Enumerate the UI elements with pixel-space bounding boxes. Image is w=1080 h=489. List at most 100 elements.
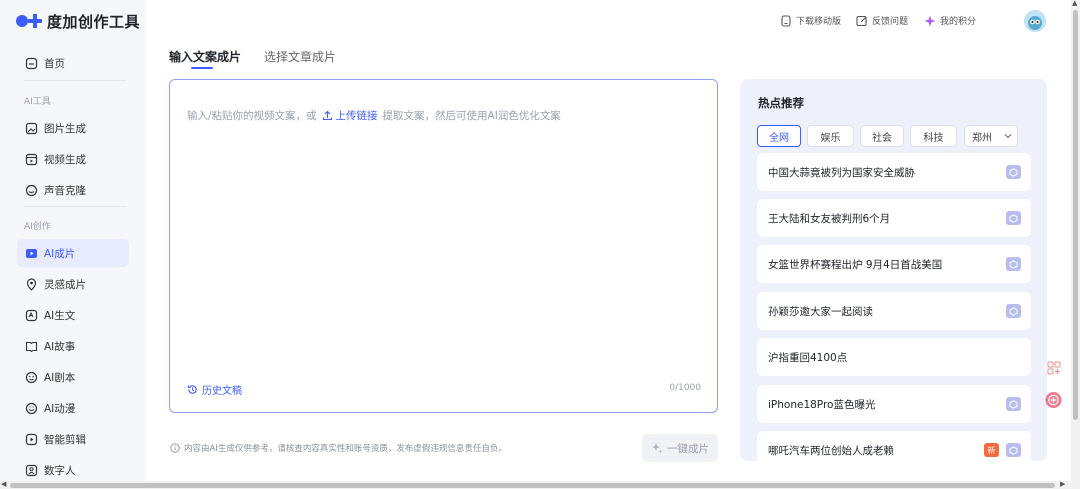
video-icon <box>24 152 38 166</box>
cube-icon[interactable] <box>1006 211 1021 225</box>
history-icon <box>187 385 197 394</box>
chip-all[interactable]: 全网 <box>757 125 801 147</box>
feedback-icon <box>856 15 868 27</box>
edit-icon <box>24 432 38 446</box>
chip-entertainment[interactable]: 娱乐 <box>807 125 854 147</box>
hot-topic-text: 哪吒汽车两位创始人成老赖 <box>768 444 894 457</box>
ai-disclaimer: 内容由AI生成仅供参考，请核查内容真实性和账号资质，发布虚假违规信息责任自负。 <box>170 442 507 454</box>
scroll-up-icon[interactable]: ▲ <box>1072 0 1077 7</box>
hot-topic-item[interactable]: 孙颖莎邀大家一起阅读 <box>757 292 1031 330</box>
one-click-generate-button[interactable]: 一键成片 <box>642 434 718 462</box>
sidebar-item-label: 视频生成 <box>44 153 86 166</box>
points-link[interactable]: 我的积分 <box>924 14 976 27</box>
hot-topic-item[interactable]: 王大陆和女友被判刑6个月 <box>757 199 1031 237</box>
cube-icon[interactable] <box>1006 443 1021 457</box>
sidebar-item-label: 数字人 <box>44 464 76 477</box>
sidebar-item-image-gen[interactable]: 图片生成 <box>17 114 129 142</box>
divider <box>24 206 126 207</box>
scrollbar-thumb[interactable] <box>1073 10 1078 420</box>
copy-input-area[interactable]: 输入/粘贴你的视频文案，或 上传链接 提取文案，然后可使用AI润色优化文案 历史… <box>169 79 718 413</box>
sidebar-item-label: AI故事 <box>44 340 76 353</box>
cube-icon[interactable] <box>1006 397 1021 411</box>
feedback-label: 反馈问题 <box>872 17 909 27</box>
sidebar-item-home[interactable]: 首页 <box>17 49 129 77</box>
info-icon <box>170 443 180 453</box>
sidebar: 度加创作工具 首页 AI工具 图片生成 视频生成 声音克隆 AI创作 AI成片 … <box>0 0 146 481</box>
sidebar-item-label: 图片生成 <box>44 122 86 135</box>
hot-topic-item[interactable]: 沪指重回4100点 <box>757 338 1031 376</box>
apps-grid-icon[interactable] <box>1045 359 1062 376</box>
disclaimer-text: 内容由AI生成仅供参考，请核查内容真实性和账号资质，发布虚假违规信息责任自负。 <box>184 444 507 454</box>
active-tab-indicator <box>191 67 213 69</box>
ai-text-icon <box>24 308 38 322</box>
tab-input-copy[interactable]: 输入文案成片 <box>169 48 241 65</box>
feedback-link[interactable]: 反馈问题 <box>856 14 908 27</box>
hot-topic-item[interactable]: 中国大蒜竟被列为国家安全威胁 <box>757 153 1031 191</box>
assistant-icon[interactable] <box>1045 391 1062 408</box>
chip-society[interactable]: 社会 <box>860 125 904 147</box>
ai-video-icon <box>24 246 38 260</box>
app-logo[interactable]: 度加创作工具 <box>16 11 140 31</box>
person-icon <box>24 463 38 477</box>
hot-topic-item[interactable]: 哪吒汽车两位创始人成老赖 新 <box>757 431 1031 461</box>
sidebar-item-label: AI生文 <box>44 309 76 322</box>
upload-link-label: 上传链接 <box>335 110 378 122</box>
sidebar-item-ai-video[interactable]: AI成片 <box>17 239 129 267</box>
book-icon <box>24 339 38 353</box>
scrollbar-thumb[interactable] <box>10 483 1055 488</box>
home-icon <box>24 56 38 70</box>
cube-icon[interactable] <box>1006 257 1021 271</box>
sidebar-item-label: AI剧本 <box>44 371 76 384</box>
group-label-ai-create: AI创作 <box>24 222 51 232</box>
script-icon <box>24 370 38 384</box>
hot-topics-panel: 热点推荐 全网 娱乐 社会 科技 郑州 中国大蒜竟被列为国家安全威胁 王大陆和女… <box>740 79 1047 461</box>
sidebar-item-digital-human[interactable]: 数字人 <box>17 456 129 484</box>
hot-topic-text: iPhone18Pro蓝色曝光 <box>768 398 876 411</box>
points-label: 我的积分 <box>940 17 977 27</box>
horizontal-scrollbar[interactable]: ◀ ▶ <box>0 480 1080 489</box>
divider <box>24 80 126 81</box>
cube-icon[interactable] <box>1006 165 1021 179</box>
scroll-left-icon[interactable]: ◀ <box>1 480 6 488</box>
download-label: 下载移动版 <box>796 17 842 27</box>
hot-topic-text: 女篮世界杯赛程出炉 9月4日首战美国 <box>768 258 943 271</box>
vertical-scrollbar[interactable]: ▲ <box>1071 0 1080 481</box>
sidebar-item-ai-script[interactable]: AI剧本 <box>17 363 129 391</box>
sidebar-item-label: 声音克隆 <box>44 184 86 197</box>
phone-icon <box>780 14 792 27</box>
hot-topic-text: 王大陆和女友被判刑6个月 <box>768 212 891 225</box>
upload-link[interactable]: 上传链接 <box>322 108 378 123</box>
cube-icon[interactable] <box>1006 304 1021 318</box>
new-badge: 新 <box>984 443 999 457</box>
sidebar-item-voice-clone[interactable]: 声音克隆 <box>17 176 129 204</box>
image-icon <box>24 121 38 135</box>
tab-select-article[interactable]: 选择文章成片 <box>264 48 336 65</box>
hot-topic-text: 沪指重回4100点 <box>768 351 848 364</box>
logo-icon <box>16 13 44 29</box>
hot-topic-item[interactable]: iPhone18Pro蓝色曝光 <box>757 385 1031 423</box>
sparkle-icon <box>652 443 663 454</box>
sidebar-item-label: 智能剪辑 <box>44 433 86 446</box>
anime-icon <box>24 401 38 415</box>
sidebar-item-video-gen[interactable]: 视频生成 <box>17 145 129 173</box>
sidebar-item-ai-story[interactable]: AI故事 <box>17 332 129 360</box>
scroll-right-icon[interactable]: ▶ <box>1060 480 1065 488</box>
sidebar-item-smart-edit[interactable]: 智能剪辑 <box>17 425 129 453</box>
hot-topic-item[interactable]: 女篮世界杯赛程出炉 9月4日首战美国 <box>757 245 1031 283</box>
chip-tech[interactable]: 科技 <box>910 125 957 147</box>
app-name: 度加创作工具 <box>47 12 141 31</box>
sidebar-item-inspiration[interactable]: 灵感成片 <box>17 270 129 298</box>
location-pin-icon <box>24 277 38 291</box>
chip-city[interactable]: 郑州 <box>964 125 1000 147</box>
avatar[interactable] <box>1024 10 1046 32</box>
history-drafts-link[interactable]: 历史文稿 <box>187 382 242 397</box>
sidebar-item-ai-text[interactable]: AI生文 <box>17 301 129 329</box>
placeholder-text: 提取文案，然后可使用AI润色优化文案 <box>382 110 561 122</box>
download-app-link[interactable]: 下载移动版 <box>780 14 841 27</box>
voice-icon <box>24 183 38 197</box>
sidebar-item-label: 首页 <box>44 57 65 70</box>
char-counter: 0/1000 <box>669 383 701 393</box>
sidebar-item-ai-anime[interactable]: AI动漫 <box>17 394 129 422</box>
city-dropdown[interactable] <box>999 125 1018 147</box>
sidebar-item-label: 灵感成片 <box>44 278 86 291</box>
